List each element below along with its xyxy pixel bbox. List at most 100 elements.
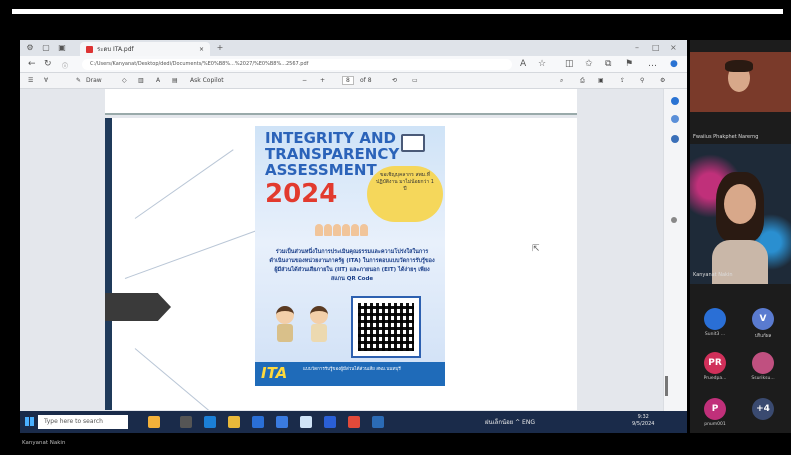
settings-icon[interactable]: ⚙ (26, 44, 34, 52)
erase-icon[interactable]: ◇ (122, 77, 127, 84)
immersive-icon[interactable]: ▤ (172, 77, 178, 84)
save-icon[interactable]: ▣ (598, 77, 604, 84)
more-icon[interactable]: … (648, 59, 657, 69)
top-divider (12, 9, 783, 14)
participant-video-1[interactable] (690, 52, 791, 112)
speaker-caption: Kanyanat Nakin (22, 440, 66, 446)
shared-screen: ⚙ ▢ ▣ ระดบ ITA.pdf × + – □ × ← ↻ ⓘ C:/Us… (20, 40, 687, 433)
highlight-icon[interactable]: ∀ (44, 77, 48, 84)
chrome-icon[interactable] (348, 416, 360, 428)
text-icon[interactable]: A (156, 77, 160, 84)
url-input[interactable]: C:/Users/Kanyanat/Desktop/dedi/Documents… (82, 59, 512, 70)
participant-hair (725, 60, 753, 72)
sidebar-search-icon[interactable] (671, 115, 679, 123)
close-window-button[interactable]: × (670, 43, 677, 52)
avatar-1-label: Sunit3 ... (704, 332, 726, 337)
favorite-icon[interactable]: ☆ (538, 59, 546, 69)
tab-title: ระดบ ITA.pdf (97, 46, 134, 53)
poster-description: ร่วมเป็นส่วนหนึ่งในการประเมินคุณธรรมและค… (269, 249, 435, 282)
zoom-out-button[interactable]: − (302, 77, 307, 84)
slide-decor-line (134, 149, 234, 219)
favorites-icon[interactable]: ✩ (585, 59, 593, 69)
page-number-input[interactable]: 8 (342, 76, 354, 85)
minimize-button[interactable]: – (635, 43, 639, 52)
slide-decor-line (134, 348, 228, 410)
app-icon[interactable] (300, 416, 312, 428)
file-icon: ⓘ (62, 63, 69, 70)
sidebar-outlook-icon[interactable] (671, 135, 679, 143)
participant-name-3: Kanyanat Nakin (693, 272, 733, 278)
student-boy-illustration (273, 306, 297, 342)
meeting-app-icon[interactable] (372, 416, 384, 428)
sidebar-copilot-icon[interactable] (671, 97, 679, 105)
slide-left-band (105, 118, 112, 410)
poster-title-line3: ASSESSMENT (265, 161, 377, 179)
pin-icon[interactable]: ⚲ (640, 77, 644, 84)
slide-arrow-shape (105, 293, 171, 321)
split-screen-icon[interactable]: ◫ (565, 59, 574, 69)
avatar-4[interactable] (752, 352, 774, 374)
pdf-toolbar: ☰ ∀ ✎ Draw ◇ ▥ A ▤ Ask Copilot − + 8 of … (20, 73, 687, 89)
collections-bar-icon[interactable]: ⧉ (605, 59, 611, 69)
draw-icon[interactable]: ✎ (76, 77, 81, 84)
avatar-3[interactable]: PR (704, 352, 726, 374)
taskbar-clock[interactable]: 9:32 9/5/2024 (632, 414, 654, 428)
poster-year: 2024 (265, 179, 338, 209)
slide-decor-line (124, 230, 257, 279)
zoom-in-button[interactable]: + (320, 77, 325, 84)
poster-title-line1: INTEGRITY AND (265, 129, 396, 147)
search-icon[interactable]: ⌕ (560, 77, 563, 85)
edge-icon[interactable] (204, 416, 216, 428)
close-tab-icon[interactable]: × (199, 46, 204, 53)
start-icon[interactable] (25, 417, 34, 426)
participant-video-2[interactable] (690, 144, 791, 284)
view-icon[interactable]: ▥ (138, 77, 144, 84)
tabs-icon[interactable]: ▣ (58, 44, 66, 52)
mouse-cursor-icon: ⇱ (532, 244, 540, 254)
pdf-page: INTEGRITY AND TRANSPARENCY ASSESSMENT 20… (105, 118, 577, 410)
pdf-icon (86, 45, 93, 53)
clock-date: 9/5/2024 (632, 421, 655, 427)
page-view-icon[interactable]: ▭ (412, 77, 418, 84)
avatar-2[interactable]: V (752, 308, 774, 330)
clock-time: 9:32 (637, 414, 649, 420)
contents-icon[interactable]: ☰ (28, 77, 33, 84)
avatar-4-label: Ssuriksu... (751, 376, 775, 381)
ita-logo: ITA (261, 364, 288, 382)
back-icon[interactable]: ← (28, 59, 36, 69)
page-total: of 8 (360, 77, 372, 84)
pdf-viewer[interactable]: INTEGRITY AND TRANSPARENCY ASSESSMENT 20… (20, 89, 687, 411)
avatar-5[interactable]: P (704, 398, 726, 420)
ita-poster: INTEGRITY AND TRANSPARENCY ASSESSMENT 20… (255, 126, 445, 386)
copilot-icon[interactable]: ● (670, 59, 678, 69)
rotate-icon[interactable]: ⟲ (392, 77, 397, 84)
word-icon[interactable] (324, 416, 336, 428)
copilot-ask-button[interactable]: Ask Copilot (190, 77, 224, 84)
browser-tab-bar: ⚙ ▢ ▣ ระดบ ITA.pdf × + – □ × (20, 40, 687, 56)
sidebar-add-icon[interactable] (671, 217, 677, 223)
avatar-1[interactable] (704, 308, 726, 330)
participant-face (724, 184, 756, 224)
collections-icon[interactable]: ▢ (42, 44, 50, 52)
system-tray[interactable]: ฝนเล็กน้อย ^ ENG (485, 417, 535, 427)
tab-pdf[interactable]: ระดบ ITA.pdf × (80, 42, 210, 56)
taskbar-search-input[interactable]: Type here to search (38, 415, 128, 429)
more-participants-button[interactable]: +4 (752, 398, 774, 420)
share-icon[interactable]: ⇪ (620, 77, 625, 84)
mail-icon[interactable] (276, 416, 288, 428)
read-aloud-icon[interactable]: A (520, 59, 526, 69)
extensions-icon[interactable]: ⚑ (625, 59, 633, 69)
maximize-button[interactable]: □ (652, 43, 660, 52)
windows-taskbar: Type here to search ฝนเล็กน้อย ^ ENG 9:3… (20, 411, 687, 433)
task-view-icon[interactable] (180, 416, 192, 428)
widget-icon[interactable] (148, 416, 160, 428)
refresh-icon[interactable]: ↻ (44, 59, 52, 69)
draw-button[interactable]: Draw (86, 77, 102, 84)
poster-badge: ขอเชิญบุคลากร สพม.ที่ปฏิบัติงาน มาไม่น้อ… (367, 166, 443, 222)
store-icon[interactable] (252, 416, 264, 428)
pdf-settings-icon[interactable]: ⚙ (660, 77, 665, 84)
explorer-icon[interactable] (228, 416, 240, 428)
print-icon[interactable]: ⎙ (580, 77, 585, 85)
new-tab-button[interactable]: + (216, 44, 224, 52)
vertical-scrollbar[interactable] (665, 376, 668, 396)
